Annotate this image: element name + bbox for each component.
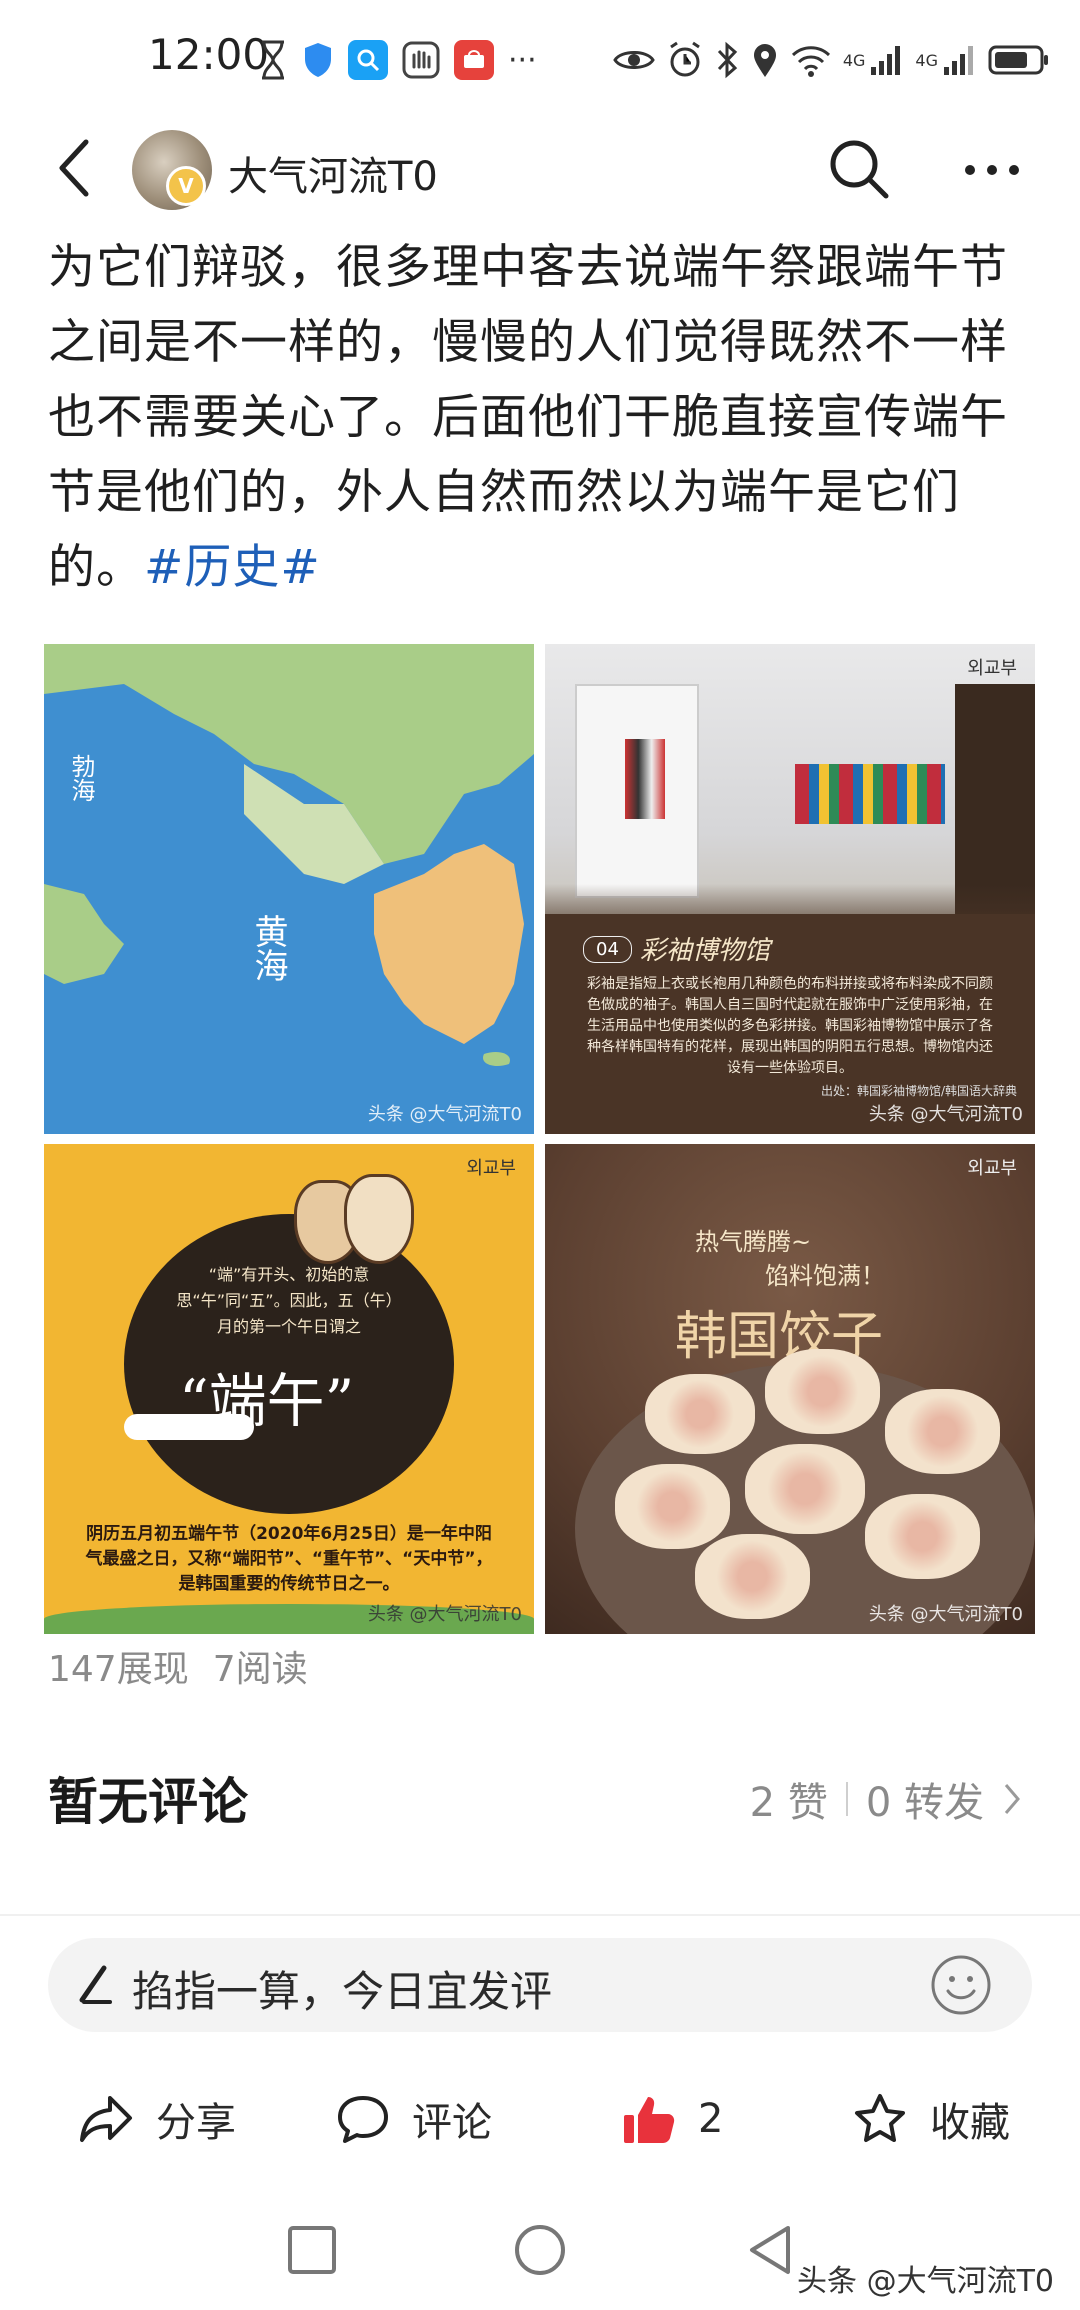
favorite-action[interactable]: 收藏 — [852, 2084, 1010, 2154]
dumpling-7 — [695, 1534, 810, 1619]
search-app-icon — [348, 40, 388, 80]
dano-cloud — [124, 1414, 254, 1440]
bluetooth-icon — [717, 41, 738, 79]
likes-stat[interactable]: 2 赞 — [750, 1770, 828, 1828]
map-watermark: 头条 @大气河流T0 — [367, 1104, 522, 1125]
dano-footer: 阴历五月初五端午节（2020年6月25日）是一年中阳气最盛之日，又称“端阳节”、… — [85, 1524, 493, 1594]
share-action[interactable]: 分享 — [78, 2084, 236, 2154]
status-bar: 12:00 ··· 4G 4G — [0, 0, 1080, 120]
museum-badge: 04 — [583, 936, 632, 963]
reads-count: 7阅读 — [212, 1649, 308, 1690]
dano-mask-right — [344, 1174, 414, 1264]
back-button[interactable] — [742, 2222, 798, 2278]
search-icon[interactable] — [826, 136, 892, 202]
moefa-logo: 외교부 — [466, 1158, 516, 1179]
thumbs-up-icon — [624, 2097, 675, 2143]
stats-divider — [845, 1782, 848, 1816]
moefa-logo: 외교부 — [967, 658, 1017, 679]
hashtag-link[interactable]: #历史# — [144, 540, 321, 595]
pen-icon — [79, 1965, 112, 2004]
view-stats: 147展现 7阅读 — [48, 1640, 308, 1692]
post-body: 为它们辩驳，很多理中客去说端午祭跟端午节之间是不一样的，慢慢的人们觉得既然不一样… — [48, 230, 1028, 605]
star-icon — [855, 2094, 905, 2142]
post-image-map[interactable]: 黄海 勃海 头条 @大气河流T0 — [44, 644, 534, 1134]
battery-icon — [988, 45, 1048, 75]
no-comments-label: 暂无评论 — [48, 1773, 248, 1831]
comment-label: 评论 — [412, 2100, 492, 2146]
share-label: 分享 — [156, 2100, 236, 2146]
alarm-icon — [670, 41, 700, 77]
signal-icon — [871, 46, 901, 75]
comment-placeholder[interactable]: 掐指一算，今日宜发评 — [132, 1958, 552, 2019]
comment-action[interactable]: 评论 — [336, 2084, 492, 2154]
more-options-icon[interactable] — [962, 160, 1022, 180]
dumpling-2 — [765, 1349, 880, 1434]
museum-watermark: 头条 @大气河流T0 — [868, 1104, 1023, 1125]
comment-icon — [338, 2096, 388, 2143]
map-illustration — [44, 644, 534, 1134]
like-action[interactable]: 2 — [622, 2084, 723, 2154]
huawei-app-icon — [454, 40, 494, 80]
signal-icon-2 — [944, 46, 973, 75]
chevron-right-icon[interactable] — [1002, 1781, 1022, 1817]
network-4g-label: 4G — [842, 50, 866, 70]
status-time: 12:00 — [148, 30, 270, 79]
dumpling-3 — [885, 1389, 1000, 1474]
museum-photo — [545, 644, 1035, 914]
recent-apps-button[interactable] — [284, 2222, 340, 2278]
like-count: 2 — [698, 2096, 724, 2142]
author-name[interactable]: 大气河流T0 — [228, 144, 438, 202]
dumpling-5 — [745, 1444, 865, 1534]
wifi-icon — [791, 46, 830, 77]
status-left-icons: ··· — [258, 38, 537, 82]
museum-title: 彩袖博物馆 — [640, 936, 771, 966]
favorite-label: 收藏 — [930, 2100, 1010, 2146]
location-icon — [753, 44, 776, 77]
status-right-icons: 4G 4G — [613, 38, 1050, 82]
dano-intro: “端”有开头、初始的意思“午”同“五”。因此，五（午）月的第一个午日谓之 — [176, 1265, 402, 1336]
home-button[interactable] — [512, 2222, 568, 2278]
dumpling-4 — [615, 1464, 730, 1549]
back-arrow-icon[interactable] — [48, 132, 104, 204]
toutiao-watermark: 头条 @大气河流T0 — [797, 2264, 1054, 2299]
reaction-stats[interactable]: 2 赞 0 转发 — [750, 1770, 1022, 1828]
dumpling-watermark: 头条 @大气河流T0 — [868, 1604, 1023, 1625]
dumpling-1 — [645, 1374, 755, 1454]
network-4g-label-2: 4G — [915, 50, 938, 70]
shield-icon — [305, 43, 331, 77]
map-bohai-label: 勃海 — [67, 754, 95, 802]
forwards-stat[interactable]: 0 转发 — [866, 1770, 984, 1828]
emoji-icon[interactable] — [930, 1954, 992, 2016]
share-icon — [80, 2096, 132, 2142]
more-notifications: ··· — [508, 42, 537, 78]
section-divider — [0, 1914, 1080, 1916]
views-count: 147展现 — [48, 1649, 189, 1690]
post-image-dumplings[interactable]: 외교부 热气腾腾~ 馅料饱满！ 韩国饺子 头条 @大气河流T0 — [545, 1144, 1035, 1634]
dano-watermark: 头条 @大气河流T0 — [367, 1604, 522, 1625]
hourglass-icon — [262, 40, 284, 80]
post-image-dano[interactable]: 외교부 “端”有开头、初始的意思“午”同“五”。因此，五（午）月的第一个午日谓之… — [44, 1144, 534, 1634]
moefa-logo: 외교부 — [967, 1158, 1017, 1179]
dumpling-tagline-2: 馅料饱满！ — [765, 1262, 885, 1290]
dumpling-tagline-1: 热气腾腾~ — [695, 1228, 812, 1256]
verified-badge: V — [166, 166, 206, 206]
museum-caption: 彩袖是指短上衣或长袍用几种颜色的布料拼接或将布料染成不同颜色做成的袖子。韩国人自… — [587, 976, 993, 1076]
dumpling-6 — [865, 1494, 980, 1579]
post-image-museum[interactable]: 외교부 04 彩袖博物馆 彩袖是指短上衣或长袍用几种颜色的布料拼接或将布料染成不… — [545, 644, 1035, 1134]
hand-icon — [402, 41, 440, 79]
eye-icon — [613, 51, 655, 69]
map-sea-label: 黄海 — [248, 914, 288, 982]
museum-source: 出处：韩国彩袖博物馆/韩国语大辞典 — [820, 1084, 1017, 1098]
